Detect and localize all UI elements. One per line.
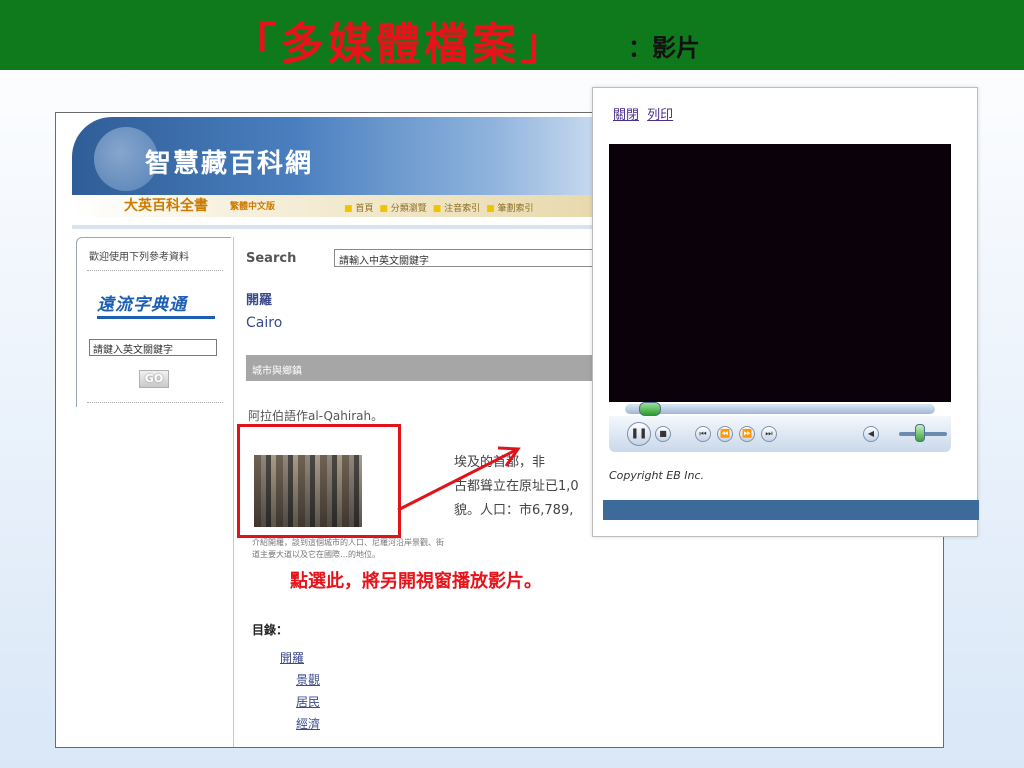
sidebar: 歡迎使用下列參考資料 遠流字典通 請鍵入英文關鍵字 GO	[76, 237, 231, 407]
fast-forward-icon[interactable]: ⏩	[739, 426, 755, 442]
video-player-screen[interactable]	[609, 144, 951, 402]
article-english-title: Cairo	[246, 315, 283, 331]
mute-icon[interactable]: ◀	[863, 426, 879, 442]
next-icon[interactable]: ⏭	[761, 426, 777, 442]
seek-bar[interactable]	[625, 404, 935, 414]
nav-item-category[interactable]: 分類瀏覽	[379, 201, 427, 214]
toc-link[interactable]: 居民	[280, 691, 320, 713]
go-button[interactable]: GO	[139, 370, 169, 388]
nav-menu: 首頁 分類瀏覽 注音索引 筆劃索引	[344, 201, 534, 214]
video-caption: 介紹開羅，談到這個城市的人口、尼羅河沿岸景觀、街道主要大道以及它在國際…的地位。	[252, 538, 444, 559]
site-title[interactable]: 智慧藏百科網	[145, 143, 313, 180]
toc-link[interactable]: 經濟	[280, 713, 320, 735]
category-label[interactable]: 城市與鄉鎮	[252, 362, 302, 377]
annotation-note: 點選此，將另開視窗播放影片。	[290, 571, 542, 592]
nav-item-home[interactable]: 首頁	[344, 201, 373, 214]
brand-logo[interactable]: 大英百科全書	[124, 195, 208, 215]
print-link[interactable]: 列印	[647, 108, 673, 123]
toc-title: 目錄：	[252, 623, 289, 637]
close-link[interactable]: 關閉	[613, 108, 639, 123]
slide-title: 「多媒體檔案」	[232, 19, 568, 70]
sidebar-intro: 歡迎使用下列參考資料	[89, 252, 189, 263]
column-divider	[233, 237, 234, 747]
category-bar: 城市與鄉鎮	[246, 355, 646, 381]
rewind-icon[interactable]: ⏪	[717, 426, 733, 442]
article-alias: 阿拉伯語作al-Qahirah。	[248, 409, 384, 423]
video-popup-window: 關閉 列印 ❚❚ ■ ⏮ ⏪ ⏩ ⏭ ◀ Copyright EB Inc.	[592, 87, 979, 537]
pointer-arrow-icon	[397, 446, 521, 512]
volume-handle[interactable]	[915, 424, 925, 442]
sidebar-divider-bottom	[87, 402, 223, 403]
sidebar-divider	[87, 270, 223, 271]
popup-links: 關閉 列印	[613, 104, 677, 123]
table-of-contents: 開羅 景觀 居民 經濟	[280, 647, 320, 735]
header-divider	[72, 225, 632, 229]
seek-handle[interactable]	[639, 402, 661, 416]
site-header: 智慧藏百科網	[72, 117, 632, 201]
toc-link[interactable]: 景觀	[280, 669, 320, 691]
slide-subtitle: ：影片	[628, 33, 700, 62]
dictionary-logo[interactable]: 遠流字典通	[97, 290, 215, 319]
popup-footer-bar	[603, 500, 979, 520]
pause-icon[interactable]: ❚❚	[627, 422, 651, 446]
search-input[interactable]: 請輸入中英文關鍵字	[334, 249, 604, 267]
edition-label: 繁體中文版	[230, 202, 276, 212]
previous-icon[interactable]: ⏮	[695, 426, 711, 442]
dictionary-search-input[interactable]: 請鍵入英文關鍵字	[89, 339, 217, 356]
toc-link[interactable]: 開羅	[280, 647, 320, 669]
nav-item-phonetic-index[interactable]: 注音索引	[433, 201, 480, 214]
copyright-text: Copyright EB Inc.	[609, 469, 704, 482]
highlight-box	[237, 424, 401, 538]
stop-icon[interactable]: ■	[655, 426, 671, 442]
article-title: 開羅	[246, 293, 273, 308]
nav-item-stroke-index[interactable]: 筆劃索引	[486, 201, 534, 214]
player-controls: ❚❚ ■ ⏮ ⏪ ⏩ ⏭ ◀	[609, 416, 951, 452]
search-label: Search	[246, 251, 297, 266]
